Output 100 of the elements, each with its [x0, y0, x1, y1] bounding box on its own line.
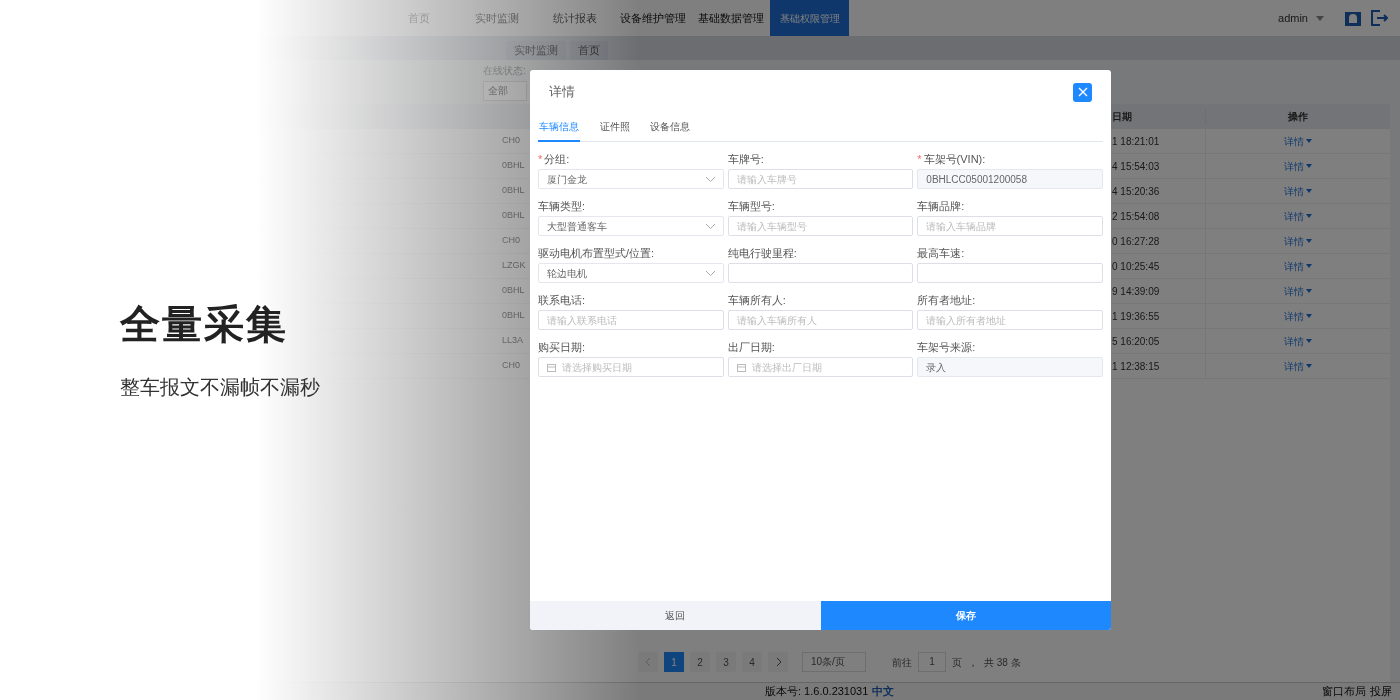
- details-link[interactable]: 详情: [1284, 133, 1312, 149]
- readonly-field: 0BHLCC05001200058: [917, 169, 1103, 189]
- page-unit: 页: [952, 655, 962, 670]
- page-button[interactable]: 3: [716, 652, 736, 672]
- page-tab[interactable]: 首页: [570, 41, 608, 60]
- field-label: 出厂日期:: [727, 340, 776, 354]
- calendar-icon: [547, 362, 556, 372]
- field-label: * 车架号(VIN):: [917, 152, 987, 166]
- field-label: 车牌号:: [727, 152, 765, 166]
- table-cell-text: 0 10:25:45: [1112, 259, 1161, 274]
- promo-title: 全量采集: [120, 301, 289, 348]
- field-label: 车辆品牌:: [917, 199, 966, 213]
- back-button[interactable]: 返回: [530, 601, 821, 630]
- select-field[interactable]: 厦门金龙: [538, 169, 724, 189]
- field-label: 联系电话:: [538, 293, 587, 307]
- table-cell-text: 4 15:20:36: [1112, 184, 1161, 199]
- page-button[interactable]: 2: [690, 652, 710, 672]
- details-link[interactable]: 详情: [1284, 333, 1312, 349]
- page-button[interactable]: 1: [664, 652, 684, 672]
- table-cell-text: 5 16:20:05: [1112, 334, 1161, 349]
- goto-label: 前往: [892, 655, 912, 670]
- dialog-tab[interactable]: 证件照: [600, 116, 630, 142]
- table-cell-text: 1 19:36:55: [1112, 309, 1161, 324]
- table-cell-text: 0BHL: [502, 309, 526, 323]
- nav-item[interactable]: 基础数据管理: [692, 0, 770, 36]
- chevron-right-icon: [775, 658, 781, 666]
- version-text: 版本号: 1.6.0.231031: [765, 684, 869, 700]
- select-field[interactable]: 大型普通客车: [538, 216, 724, 236]
- table-cell-text: 0BHL: [502, 209, 526, 223]
- page-tab[interactable]: 实时监测: [506, 41, 566, 60]
- details-link[interactable]: 详情: [1284, 308, 1312, 324]
- details-link[interactable]: 详情: [1284, 208, 1312, 224]
- online-status-select[interactable]: 全部: [483, 81, 527, 101]
- field-label: 所有者地址:: [917, 293, 977, 307]
- caret-icon: [1306, 239, 1312, 243]
- separator: ，: [968, 655, 978, 670]
- logout-icon[interactable]: [1370, 9, 1388, 27]
- input-field[interactable]: 请输入车辆所有人: [727, 310, 914, 330]
- calendar-icon: [736, 362, 746, 372]
- user-menu[interactable]: admin: [1278, 9, 1308, 27]
- dialog-tab[interactable]: 设备信息: [650, 116, 690, 142]
- caret-icon: [1306, 214, 1312, 218]
- prev-page-button[interactable]: [638, 652, 658, 672]
- table-cell-text: 0BHL: [502, 184, 526, 198]
- page-button[interactable]: 4: [742, 652, 762, 672]
- close-icon: [1077, 87, 1088, 97]
- field-label: 车辆类型:: [538, 199, 587, 213]
- page-input[interactable]: 1: [918, 652, 946, 672]
- column-header: 日期: [1112, 110, 1133, 124]
- details-link[interactable]: 详情: [1284, 283, 1312, 299]
- details-link[interactable]: 详情: [1284, 358, 1312, 374]
- select-field[interactable]: 轮边电机: [538, 263, 724, 283]
- details-link[interactable]: 详情: [1284, 233, 1312, 249]
- chevron-left-icon: [645, 658, 651, 666]
- caret-icon: [1306, 264, 1312, 268]
- footer-tool[interactable]: 窗口布局: [1322, 683, 1366, 700]
- dialog-tab[interactable]: 车辆信息: [538, 116, 580, 142]
- caret-icon: [1306, 339, 1312, 343]
- promo-subtitle: 整车报文不漏帧不漏秒: [120, 375, 320, 400]
- table-cell-text: 2 15:54:08: [1112, 209, 1161, 224]
- input-field[interactable]: 请输入联系电话: [538, 310, 724, 330]
- caret-icon: [1306, 164, 1312, 168]
- caret-icon: [1306, 139, 1312, 143]
- details-link[interactable]: 详情: [1284, 258, 1312, 274]
- alarm-icon[interactable]: [1344, 9, 1362, 27]
- caret-icon: [1316, 15, 1324, 21]
- field-label: 驱动电机布置型式/位置:: [538, 246, 656, 260]
- details-link[interactable]: 详情: [1284, 183, 1312, 199]
- input-field[interactable]: 请输入车牌号: [727, 169, 914, 189]
- table-cell-text: 0BHL: [502, 284, 526, 298]
- caret-icon: [1306, 314, 1312, 318]
- table-cell-text: 0 16:27:28: [1112, 234, 1161, 249]
- table-cell-text: CH0: [502, 359, 521, 373]
- column-header: 操作: [1205, 109, 1390, 124]
- dialog-title: 详情: [549, 83, 575, 102]
- caret-icon: [1306, 189, 1312, 193]
- footer-tool[interactable]: 投屏: [1370, 683, 1392, 700]
- page-size-select[interactable]: 10条/页: [802, 652, 866, 672]
- field-label: 最高车速:: [917, 246, 966, 260]
- table-cell-text: 9 14:39:09: [1112, 284, 1161, 299]
- caret-icon: [1306, 364, 1312, 368]
- field-label: 车架号来源:: [917, 340, 977, 354]
- save-button[interactable]: 保存: [820, 601, 1111, 630]
- nav-item[interactable]: 基础权限管理: [770, 0, 849, 36]
- details-link[interactable]: 详情: [1284, 158, 1312, 174]
- table-cell-text: CH0: [502, 234, 521, 248]
- field-label: 车辆型号:: [727, 199, 776, 213]
- chevron-down-icon: [705, 176, 715, 182]
- field-label: * 分组:: [538, 152, 571, 166]
- table-cell-text: LL3A: [502, 334, 525, 348]
- table-cell-text: 0BHL: [502, 159, 526, 173]
- next-page-button[interactable]: [768, 652, 788, 672]
- table-cell-text: 1 12:38:15: [1112, 359, 1161, 374]
- table-cell-text: LZGK: [502, 259, 527, 273]
- chevron-down-icon: [705, 270, 715, 276]
- close-button[interactable]: [1073, 82, 1092, 102]
- caret-icon: [1306, 289, 1312, 293]
- language-link[interactable]: 中文: [872, 683, 895, 700]
- field-label: 购买日期:: [538, 340, 587, 354]
- table-cell-text: CH0: [502, 134, 521, 148]
